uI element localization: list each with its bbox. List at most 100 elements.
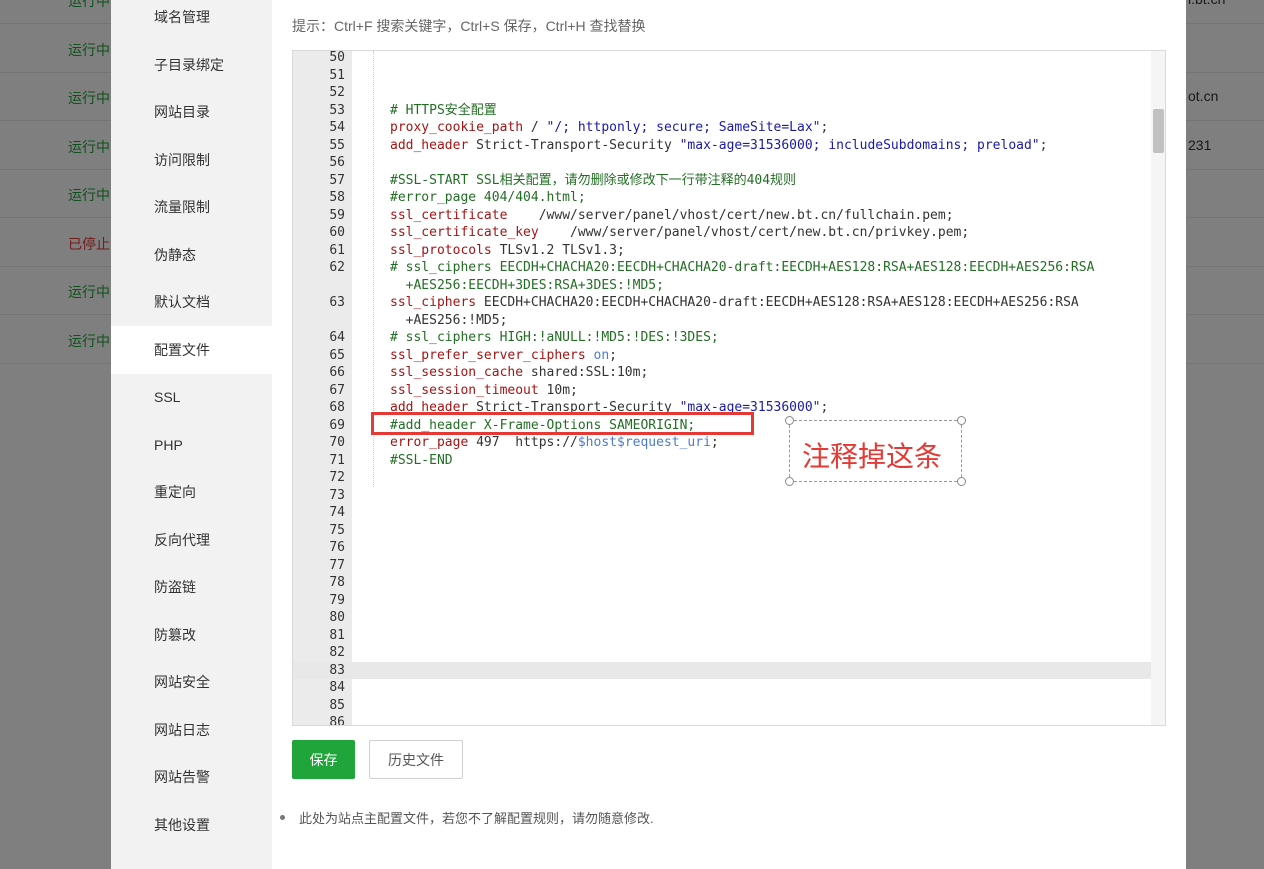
- code-line[interactable]: 85: [293, 697, 1151, 715]
- line-number: 57: [329, 172, 345, 188]
- code-line[interactable]: 68 add_header Strict-Transport-Security "…: [293, 399, 1151, 417]
- line-number: 82: [329, 645, 345, 660]
- code-line[interactable]: 53 # HTTPS安全配置: [293, 102, 1151, 120]
- code-lines[interactable]: 50 51 52 53 # HTTPS安全配置 54 proxy_cookie_path /…: [293, 51, 1151, 725]
- code-text: add_header Strict-Transport-Security "ma…: [390, 137, 1048, 153]
- line-number: 60: [329, 225, 345, 240]
- line-number: 68: [329, 400, 345, 415]
- sidebar-item[interactable]: 防盗链: [111, 563, 272, 611]
- code-text: ssl_session_timeout 10m;: [390, 382, 578, 398]
- code-line[interactable]: 55 add_header Strict-Transport-Security "…: [293, 137, 1151, 155]
- site-settings-modal: 域名管理 子目录绑定 网站目录 访问限制 流量限制 伪静态 默认文档 配置文件 SSL PHP 重定…: [111, 0, 1186, 869]
- code-line[interactable]: 81: [293, 627, 1151, 645]
- line-number: 85: [329, 697, 345, 713]
- code-line[interactable]: 60 ssl_certificate_key /www/server/panel/…: [293, 224, 1151, 242]
- code-text: # ssl_ciphers HIGH:!aNULL:!MD5:!DES:!3DE…: [390, 330, 719, 345]
- settings-sidebar: 域名管理 子目录绑定 网站目录 访问限制 流量限制 伪静态 默认文档 配置文件 SSL PHP 重定…: [111, 0, 272, 869]
- config-file-panel: 提示：Ctrl+F 搜索关键字，Ctrl+S 保存，Ctrl+H 查找替换 50…: [272, 0, 1186, 869]
- code-line[interactable]: 51: [293, 67, 1151, 85]
- code-line[interactable]: 62 # ssl_ciphers EECDH+CHACHA20:EECDH+CHA…: [293, 259, 1151, 277]
- sidebar-item[interactable]: 网站告警: [111, 753, 272, 801]
- code-line[interactable]: 69 #add_header X-Frame-Options SAMEORIGIN…: [293, 417, 1151, 435]
- line-number: 66: [329, 365, 345, 380]
- line-number: 81: [329, 627, 345, 643]
- sidebar-item[interactable]: 网站安全: [111, 658, 272, 706]
- save-button[interactable]: 保存: [292, 740, 355, 779]
- code-line[interactable]: 74: [293, 504, 1151, 522]
- code-line[interactable]: 50: [293, 51, 1151, 67]
- code-line[interactable]: 76: [293, 539, 1151, 557]
- sidebar-item[interactable]: 伪静态: [111, 231, 272, 279]
- line-number: 69: [329, 417, 345, 433]
- code-line[interactable]: 75: [293, 522, 1151, 540]
- sidebar-item[interactable]: 重定向: [111, 468, 272, 516]
- code-text: proxy_cookie_path / "/; httponly; secure…: [390, 120, 829, 135]
- line-number: 51: [329, 67, 345, 83]
- line-number: 65: [329, 347, 345, 363]
- code-line[interactable]: 78: [293, 574, 1151, 592]
- config-warning-note: 此处为站点主配置文件，若您不了解配置规则，请勿随意修改.: [280, 808, 654, 827]
- code-text: # HTTPS安全配置: [390, 102, 497, 118]
- code-line[interactable]: 63 ssl_ciphers EECDH+CHACHA20:EECDH+CHACH…: [293, 294, 1151, 312]
- sidebar-item[interactable]: 流量限制: [111, 183, 272, 231]
- line-number: 56: [329, 155, 345, 170]
- code-line[interactable]: 79: [293, 592, 1151, 610]
- code-text: # ssl_ciphers EECDH+CHACHA20:EECDH+CHACH…: [390, 260, 1095, 275]
- code-line[interactable]: 52: [293, 84, 1151, 102]
- sidebar-item[interactable]: 访问限制: [111, 136, 272, 184]
- code-line[interactable]: 83: [293, 661, 1151, 679]
- code-line[interactable]: 73: [293, 487, 1151, 505]
- code-line[interactable]: 57 #SSL-START SSL相关配置，请勿删除或修改下一行带注释的404规则: [293, 172, 1151, 190]
- sidebar-item[interactable]: SSL: [111, 373, 272, 421]
- sidebar-item[interactable]: 子目录绑定: [111, 41, 272, 89]
- sidebar-item[interactable]: 网站日志: [111, 706, 272, 754]
- line-number: 76: [329, 540, 345, 555]
- line-number: 74: [329, 505, 345, 520]
- line-number: 70: [329, 435, 345, 450]
- code-line[interactable]: +AES256:!MD5;: [293, 312, 1151, 330]
- sidebar-item[interactable]: 域名管理: [111, 0, 272, 41]
- code-line[interactable]: 67 ssl_session_timeout 10m;: [293, 382, 1151, 400]
- line-number: 55: [329, 137, 345, 153]
- sidebar-item[interactable]: 配置文件: [111, 325, 272, 374]
- history-files-button[interactable]: 历史文件: [369, 740, 463, 779]
- code-line[interactable]: 65 ssl_prefer_server_ciphers on;: [293, 347, 1151, 365]
- sidebar-item[interactable]: 其他设置: [111, 801, 272, 849]
- code-line[interactable]: 70 error_page 497 https://$host$request_u…: [293, 434, 1151, 452]
- code-line[interactable]: 82: [293, 644, 1151, 662]
- code-line[interactable]: 54 proxy_cookie_path / "/; httponly; secu…: [293, 119, 1151, 137]
- sidebar-item[interactable]: PHP: [111, 421, 272, 469]
- sidebar-item[interactable]: 反向代理: [111, 516, 272, 564]
- code-line[interactable]: 61 ssl_protocols TLSv1.2 TLSv1.3;: [293, 242, 1151, 260]
- code-line[interactable]: 86: [293, 714, 1151, 725]
- sidebar-item[interactable]: 默认文档: [111, 278, 272, 326]
- code-line[interactable]: 59 ssl_certificate /www/server/panel/vhos…: [293, 207, 1151, 225]
- code-text: ssl_certificate_key /www/server/panel/vh…: [390, 225, 970, 240]
- code-line[interactable]: 80: [293, 609, 1151, 627]
- code-text: ssl_certificate /www/server/panel/vhost/…: [390, 207, 954, 223]
- line-number: 59: [329, 207, 345, 223]
- indent-guide: [373, 51, 374, 487]
- code-line[interactable]: 72: [293, 469, 1151, 487]
- code-line[interactable]: 77: [293, 557, 1151, 575]
- code-line[interactable]: 58 #error_page 404/404.html;: [293, 189, 1151, 207]
- code-line[interactable]: 71 #SSL-END: [293, 452, 1151, 470]
- line-number: 83: [329, 662, 345, 678]
- line-number: 72: [329, 470, 345, 485]
- line-number: 61: [329, 242, 345, 258]
- line-number: 84: [329, 680, 345, 695]
- code-line[interactable]: 64 # ssl_ciphers HIGH:!aNULL:!MD5:!DES:!3…: [293, 329, 1151, 347]
- code-text: #add_header X-Frame-Options SAMEORIGIN;: [390, 417, 696, 433]
- line-number: 80: [329, 610, 345, 625]
- code-line[interactable]: 84: [293, 679, 1151, 697]
- code-text: +AES256:EECDH+3DES:RSA+3DES:!MD5;: [390, 277, 664, 293]
- line-number: 52: [329, 85, 345, 100]
- code-line[interactable]: 56: [293, 154, 1151, 172]
- editor-scrollbar-thumb[interactable]: [1153, 109, 1164, 153]
- code-editor[interactable]: 50 51 52 53 # HTTPS安全配置 54 proxy_cookie_path /…: [292, 50, 1166, 726]
- code-line[interactable]: +AES256:EECDH+3DES:RSA+3DES:!MD5;: [293, 277, 1151, 295]
- sidebar-item[interactable]: 网站目录: [111, 88, 272, 136]
- line-number: 63: [329, 295, 345, 310]
- code-line[interactable]: 66 ssl_session_cache shared:SSL:10m;: [293, 364, 1151, 382]
- sidebar-item[interactable]: 防篡改: [111, 611, 272, 659]
